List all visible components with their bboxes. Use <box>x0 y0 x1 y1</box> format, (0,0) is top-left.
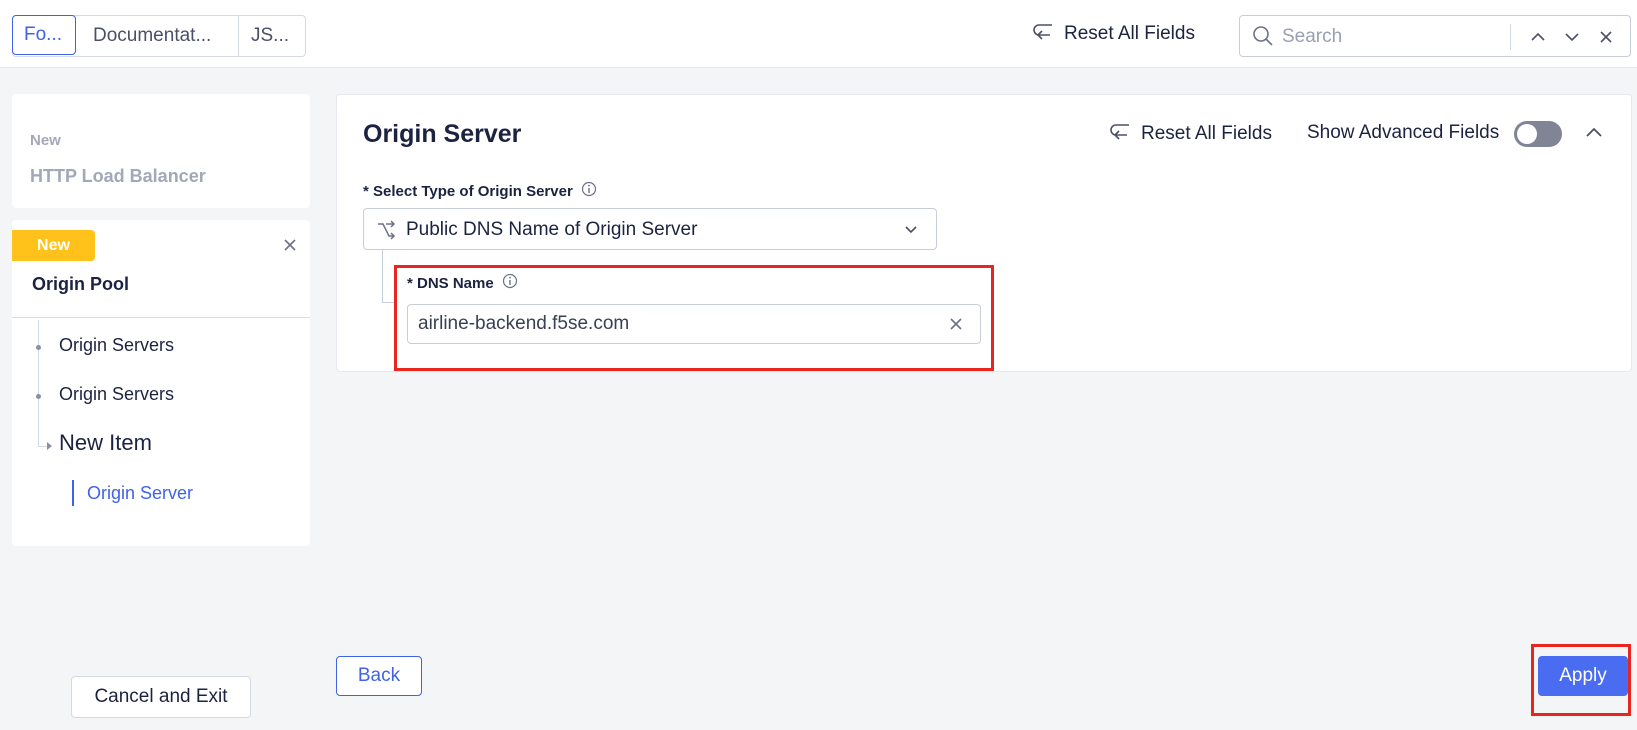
highlight-box <box>1531 644 1631 716</box>
reset-icon <box>1109 122 1131 146</box>
tab-form[interactable]: Fo... <box>12 15 76 55</box>
chevron-down-icon <box>904 222 918 240</box>
close-icon <box>1600 31 1612 43</box>
collapse-section-button[interactable] <box>1585 125 1603 143</box>
clear-search-button[interactable] <box>1594 25 1618 49</box>
view-tabs: Fo... Documentat... JS... <box>12 15 306 57</box>
toggle-knob <box>1517 124 1537 144</box>
field-label-text: * Select Type of Origin Server <box>363 182 573 200</box>
tab-json[interactable]: JS... <box>239 16 305 56</box>
origin-server-type-label: * Select Type of Origin Server <box>363 181 597 201</box>
route-icon <box>376 220 396 245</box>
reset-all-fields-label: Reset All Fields <box>1141 123 1272 144</box>
chevron-up-icon <box>1586 127 1602 137</box>
info-icon[interactable] <box>581 181 597 201</box>
tab-documentation[interactable]: Documentat... <box>75 16 239 56</box>
tree-item-origin-server[interactable]: Origin Server <box>87 483 193 504</box>
close-card-button[interactable] <box>284 238 296 256</box>
tree-item-new-item[interactable]: New Item <box>59 430 152 456</box>
close-icon <box>284 239 296 251</box>
show-advanced-fields-label: Show Advanced Fields <box>1307 122 1500 143</box>
http-load-balancer-card[interactable]: New HTTP Load Balancer <box>12 94 310 208</box>
show-advanced-fields-toggle[interactable] <box>1514 121 1562 147</box>
field-branch-line <box>382 250 383 302</box>
section-title: Origin Server <box>363 120 522 148</box>
back-button[interactable]: Back <box>336 656 422 696</box>
previous-match-button[interactable] <box>1526 25 1550 49</box>
search-box <box>1239 15 1631 57</box>
tree-dot <box>36 345 41 350</box>
search-divider <box>1510 24 1511 50</box>
chevron-up-icon <box>1531 32 1545 41</box>
chevron-down-icon <box>1565 33 1579 42</box>
origin-pool-card: New Origin Pool Origin Servers Origin Se… <box>12 220 310 546</box>
origin-server-form: Origin Server Reset All Fields Show Adva… <box>336 94 1632 372</box>
reset-all-fields-label: Reset All Fields <box>1064 23 1195 44</box>
reset-all-fields-button[interactable]: Reset All Fields <box>1032 22 1195 46</box>
search-input[interactable] <box>1282 24 1492 50</box>
divider <box>12 317 310 318</box>
reset-icon <box>1032 22 1054 46</box>
highlight-box <box>394 265 994 371</box>
new-label: New <box>30 132 61 149</box>
reset-all-fields-button[interactable]: Reset All Fields <box>1109 122 1272 146</box>
active-indicator <box>72 480 74 506</box>
tree-line <box>38 320 39 446</box>
top-bar: Fo... Documentat... JS... Reset All Fiel… <box>0 0 1637 68</box>
tree-item-origin-servers[interactable]: Origin Servers <box>59 335 174 356</box>
tree-arrow-icon <box>47 442 52 450</box>
selected-value: Public DNS Name of Origin Server <box>406 219 698 240</box>
next-match-button[interactable] <box>1560 25 1584 49</box>
search-icon <box>1252 25 1274 52</box>
tree-dot <box>36 394 41 399</box>
card-title: Origin Pool <box>32 274 129 294</box>
origin-server-type-select[interactable]: Public DNS Name of Origin Server <box>363 208 937 250</box>
cancel-and-exit-button[interactable]: Cancel and Exit <box>71 676 251 718</box>
new-badge: New <box>12 230 95 261</box>
tree-item-origin-servers[interactable]: Origin Servers <box>59 384 174 405</box>
card-title: HTTP Load Balancer <box>30 166 206 186</box>
